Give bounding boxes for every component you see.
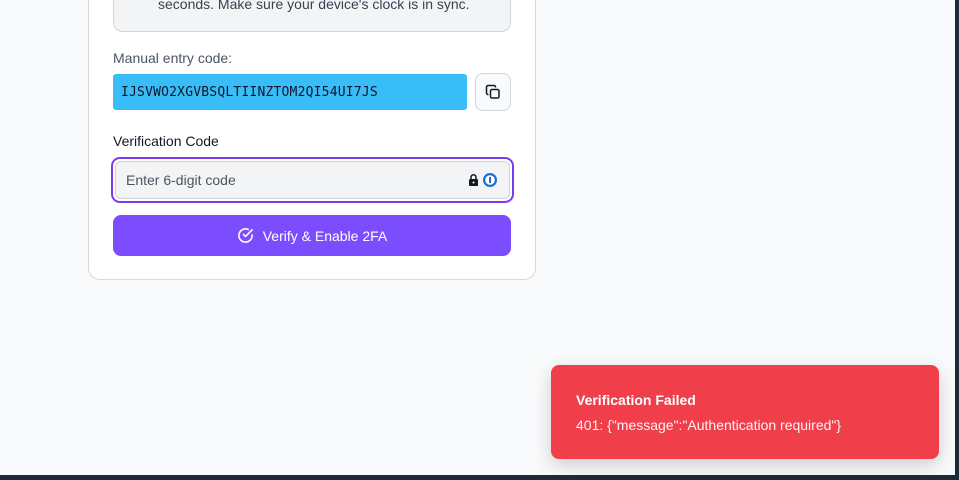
copy-code-button[interactable]: [475, 73, 511, 111]
check-circle-icon: [237, 228, 253, 243]
totp-info-box: seconds. Make sure your device's clock i…: [113, 0, 511, 32]
copy-icon: [485, 84, 500, 99]
two-factor-setup-card: seconds. Make sure your device's clock i…: [88, 0, 536, 280]
password-manager-icons[interactable]: [467, 172, 498, 188]
lock-icon[interactable]: [467, 173, 480, 187]
page-viewport: seconds. Make sure your device's clock i…: [0, 0, 955, 475]
password-manager-icon[interactable]: [482, 172, 498, 188]
toast-message: 401: {"message":"Authentication required…: [576, 417, 842, 433]
verification-code-input[interactable]: [115, 161, 510, 199]
verification-code-label: Verification Code: [113, 133, 219, 149]
verify-enable-2fa-button[interactable]: Verify & Enable 2FA: [113, 215, 511, 256]
totp-info-text: seconds. Make sure your device's clock i…: [158, 0, 470, 12]
error-toast[interactable]: Verification Failed 401: {"message":"Aut…: [551, 365, 939, 459]
manual-entry-code-box[interactable]: IJSVWO2XGVBSQLTIINZTOM2QI54UI7JS: [113, 74, 467, 110]
verify-button-label: Verify & Enable 2FA: [262, 227, 388, 244]
manual-entry-label: Manual entry code:: [113, 50, 233, 66]
toast-title: Verification Failed: [576, 392, 696, 408]
verification-code-field[interactable]: [111, 157, 514, 203]
manual-entry-code[interactable]: IJSVWO2XGVBSQLTIINZTOM2QI54UI7JS: [121, 85, 378, 100]
